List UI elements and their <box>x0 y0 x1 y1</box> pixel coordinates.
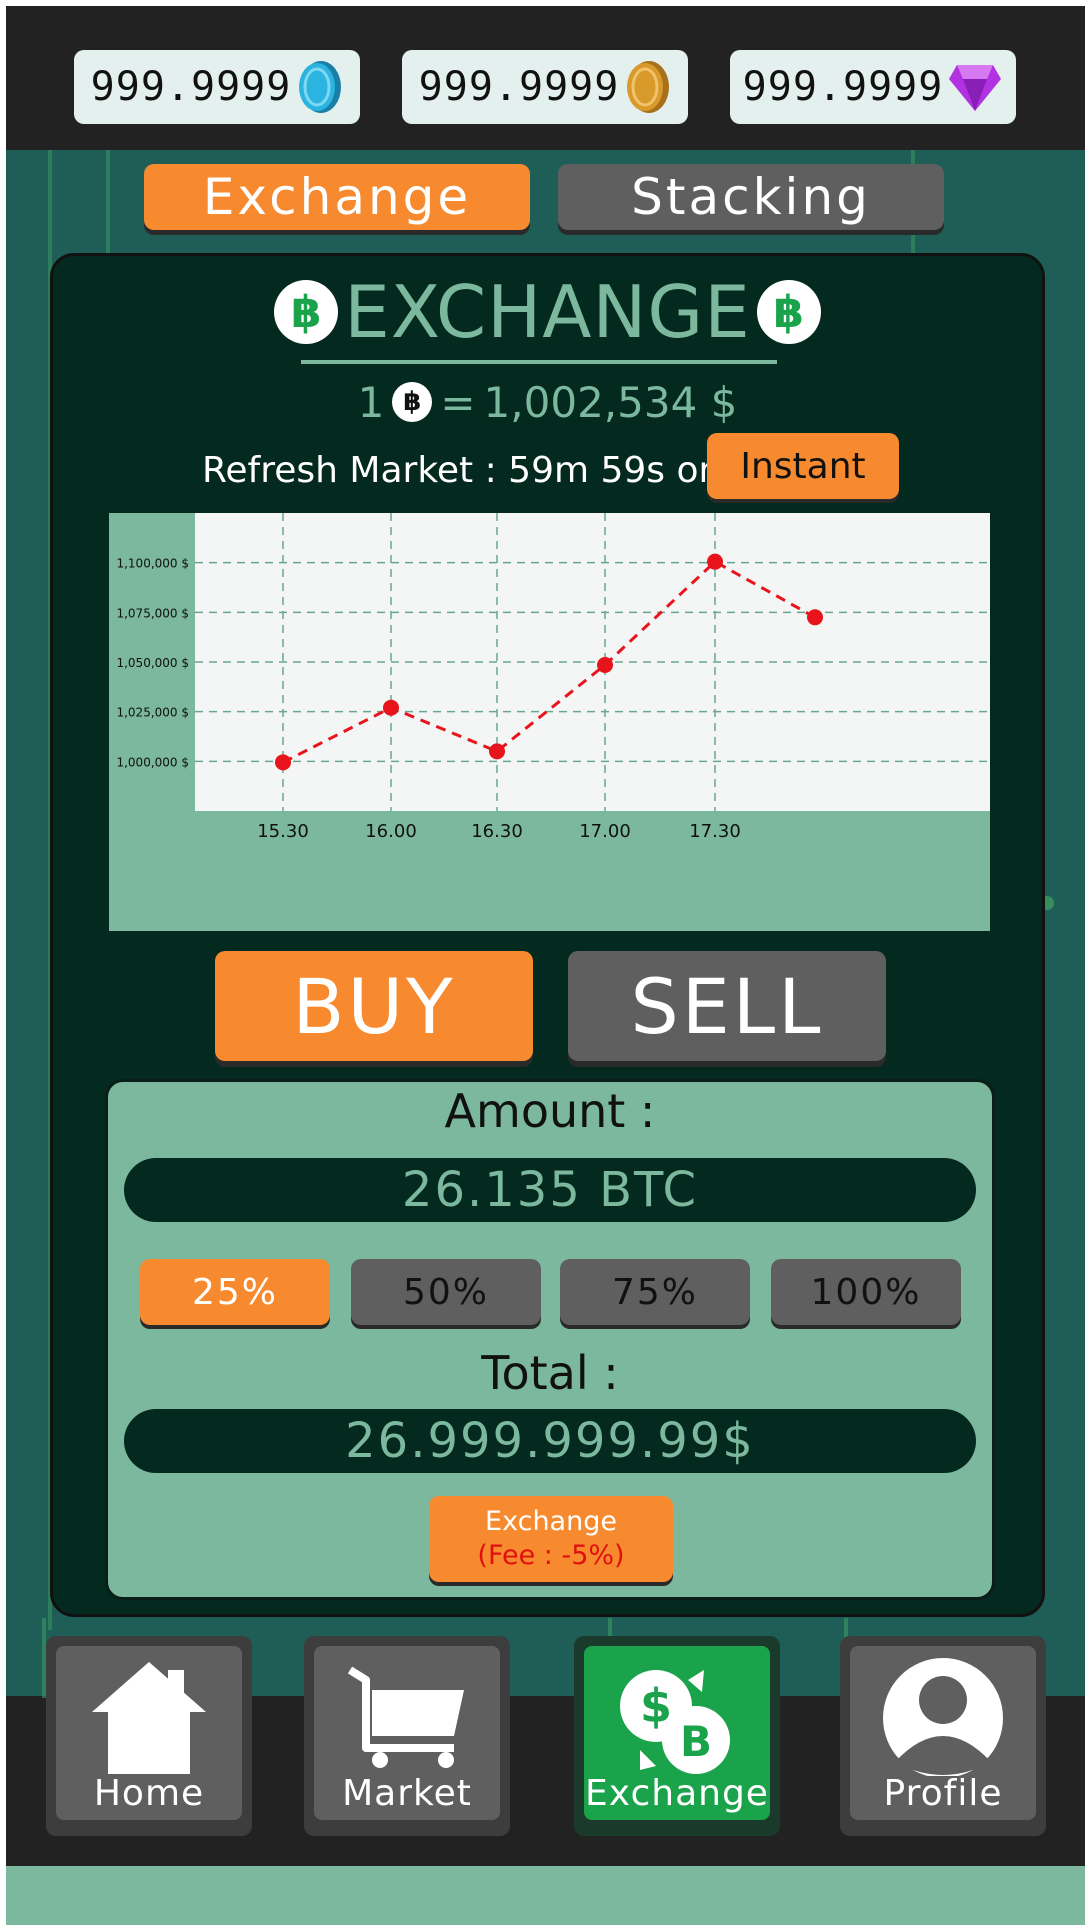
page-title-text: EXCHANGE <box>344 270 751 354</box>
rate-equals: = <box>440 377 476 427</box>
exchange-panel: ฿ EXCHANGE ฿ 1 ฿ = 1,002,534 $ Refresh M… <box>50 253 1045 1617</box>
percent-25-button[interactable]: 25% <box>140 1259 330 1325</box>
price-point <box>807 609 823 626</box>
exchange-confirm-button[interactable]: Exchange (Fee : -5%) <box>429 1496 673 1582</box>
price-point <box>489 743 505 760</box>
x-tick-label: 17.30 <box>689 821 741 842</box>
y-tick-label: 1,050,000 $ <box>116 656 189 670</box>
cart-icon <box>347 1666 464 1768</box>
exchange-rate: 1 ฿ = 1,002,534 $ <box>53 374 1042 430</box>
fee-label: (Fee : -5%) <box>477 1540 625 1571</box>
bottom-strip <box>6 1866 1085 1925</box>
x-tick-label: 16.30 <box>471 821 523 842</box>
nav-exchange[interactable]: $ B Exchange <box>574 1636 780 1836</box>
currency-diamond-display: 999.9999 <box>730 50 1016 124</box>
home-icon <box>92 1662 206 1774</box>
percent-100-button[interactable]: 100% <box>771 1259 961 1325</box>
app-screen: 999.9999 999.9999 999.9999 Exchange Stac… <box>6 6 1085 1925</box>
nav-profile[interactable]: Profile <box>840 1636 1046 1836</box>
price-point <box>707 553 723 570</box>
exchange-icon: $ B <box>620 1670 730 1774</box>
y-tick-label: 1,025,000 $ <box>116 706 189 720</box>
page-title: ฿ EXCHANGE ฿ <box>53 270 1042 354</box>
profile-icon <box>883 1658 1003 1776</box>
amount-field[interactable]: 26.135 BTC <box>124 1158 976 1222</box>
price-chart: 1,100,000 $ 1,075,000 $ 1,050,000 $ 1,025,0… <box>109 513 990 931</box>
y-tick-label: 1,075,000 $ <box>116 606 189 620</box>
purple-diamond-icon <box>949 65 1002 111</box>
nav-home-label: Home <box>93 1773 205 1814</box>
title-underline <box>301 360 777 364</box>
blue-gem-coin-icon <box>299 61 342 113</box>
amount-label: Amount : <box>444 1084 656 1138</box>
sell-button[interactable]: SELL <box>568 951 886 1061</box>
y-tick-label: 1,000,000 $ <box>116 755 189 769</box>
circuit-line <box>106 150 110 270</box>
rate-price: 1,002,534 $ <box>483 377 738 427</box>
tab-exchange[interactable]: Exchange <box>144 164 530 230</box>
currency-gold-display: 999.9999 <box>402 50 688 124</box>
percent-50-button[interactable]: 50% <box>351 1259 541 1325</box>
total-label: Total : <box>481 1346 619 1400</box>
bitcoin-icon: ฿ <box>392 382 433 422</box>
nav-market[interactable]: Market <box>304 1636 510 1836</box>
x-tick-label: 15.30 <box>257 821 309 842</box>
total-field: 26.999.999.99$ <box>124 1409 976 1473</box>
svg-text:B: B <box>680 1717 712 1766</box>
gold-coin-icon <box>627 61 670 113</box>
nav-home[interactable]: Home <box>46 1636 252 1836</box>
currency-gem-value: 999.9999 <box>90 64 292 110</box>
instant-refresh-button[interactable]: Instant <box>707 433 899 499</box>
rate-amount: 1 <box>357 377 385 427</box>
nav-exchange-label: Exchange <box>585 1773 769 1814</box>
price-chart-svg: 1,100,000 $ 1,075,000 $ 1,050,000 $ 1,025,0… <box>116 513 990 842</box>
price-point <box>275 754 291 771</box>
bitcoin-icon: ฿ <box>274 280 339 344</box>
x-tick-label: 16.00 <box>365 821 417 842</box>
y-tick-label: 1,100,000 $ <box>116 557 189 571</box>
nav-market-label: Market <box>342 1773 472 1814</box>
trade-form: Amount : 26.135 BTC 25% 50% 75% 100% Tot… <box>105 1079 995 1600</box>
x-tick-label: 17.00 <box>579 821 631 842</box>
tab-stacking[interactable]: Stacking <box>558 164 944 230</box>
nav-profile-label: Profile <box>883 1773 1003 1814</box>
price-point <box>597 656 613 673</box>
exchange-confirm-label: Exchange <box>485 1506 617 1537</box>
bitcoin-icon: ฿ <box>756 280 821 344</box>
currency-gem-display: 999.9999 <box>74 50 360 124</box>
currency-gold-value: 999.9999 <box>418 64 620 110</box>
price-point <box>383 699 399 716</box>
percent-75-button[interactable]: 75% <box>560 1259 750 1325</box>
refresh-market-text: Refresh Market : 59m 59s or <box>202 449 714 491</box>
buy-button[interactable]: BUY <box>215 951 533 1061</box>
currency-diamond-value: 999.9999 <box>742 64 944 110</box>
